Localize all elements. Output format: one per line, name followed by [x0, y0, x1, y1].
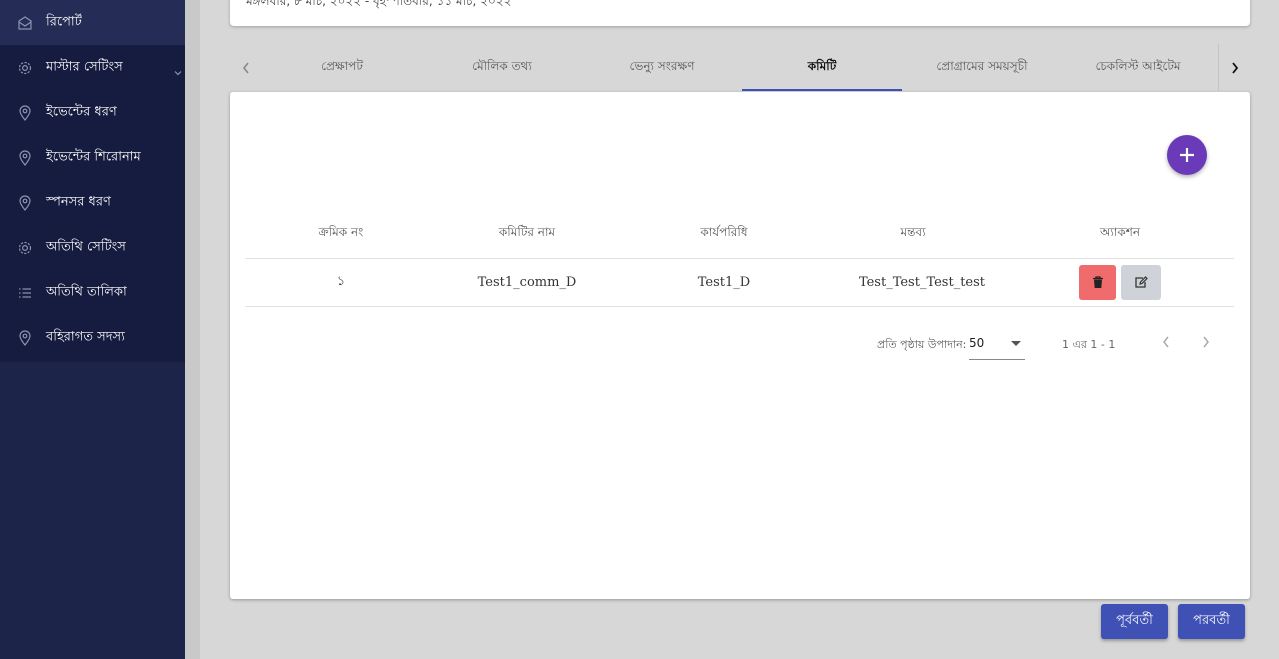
plus-icon [1180, 148, 1194, 162]
event-info-card: মঙ্গলবার, ৮ মার্চ, ২০২২ - বৃহস্পতিবার, ১… [230, 0, 1250, 26]
page-range-label: 1 এর 1 - 1 [1062, 338, 1116, 351]
sidebar-item-label: ইভেন্টের ধরণ [46, 104, 117, 119]
table-header: ক্রমিক নং কমিটির নাম কার্যপরিধি মন্তব্য … [245, 209, 1234, 259]
location-pin-icon [17, 329, 33, 346]
sidebar: রিপোর্ট মাস্টার সেটিংস ইভেন্টের ধরণ ইভেন… [0, 0, 185, 659]
column-header-committee-name: কমিটির নাম [498, 225, 556, 239]
column-header-comment: মন্তব্য [900, 225, 926, 239]
committee-panel: ক্রমিক নং কমিটির নাম কার্যপরিধি মন্তব্য … [230, 92, 1250, 599]
sidebar-item-guest-settings[interactable]: অতিথি সেটিংস [0, 225, 185, 270]
trash-icon [1092, 276, 1103, 288]
gear-icon [17, 60, 33, 76]
sidebar-item-label: ইভেন্টের শিরোনাম [46, 149, 141, 164]
list-icon [17, 285, 33, 301]
chevron-left-icon [242, 62, 249, 73]
pagination: প্রতি পৃষ্ঠায় উপাদান: 50 1 এর 1 - 1 [230, 322, 1250, 362]
report-icon [17, 15, 33, 31]
items-per-page-select[interactable]: 50 [969, 328, 1025, 360]
event-date-range: মঙ্গলবার, ৮ মার্চ, ২০২২ - বৃহস্পতিবার, ১… [246, 0, 512, 8]
tab-committee[interactable]: কমিটি [742, 44, 902, 91]
add-committee-button[interactable] [1167, 135, 1207, 175]
previous-button[interactable]: পূর্ববর্তী [1101, 604, 1168, 639]
items-per-page-label: প্রতি পৃষ্ঠায় উপাদান: [877, 338, 967, 351]
gear-icon [17, 240, 33, 256]
column-header-action: অ্যাকশন [1099, 225, 1140, 239]
edit-icon [1135, 276, 1148, 288]
tab-basic-info[interactable]: মৌলিক তথ্য [422, 44, 582, 91]
chevron-right-icon [1203, 336, 1209, 348]
tab-checklist-items[interactable]: চেকলিস্ট আইটেম [1058, 44, 1218, 91]
chevron-left-icon [1163, 336, 1169, 348]
tab-background[interactable]: প্রেক্ষাপট [262, 44, 422, 91]
tab-bar: প্রেক্ষাপট মৌলিক তথ্য ভেন্যু সংরক্ষণ কমি… [230, 44, 1250, 91]
chevron-right-icon [1231, 61, 1238, 74]
sidebar-item-label: রিপোর্ট [46, 14, 82, 29]
cell-committee-name: Test1_comm_D [477, 275, 577, 290]
sidebar-item-guest-list[interactable]: অতিথি তালিকা [0, 270, 185, 315]
caret-down-icon [1011, 341, 1021, 346]
sidebar-item-event-type[interactable]: ইভেন্টের ধরণ [0, 90, 185, 135]
chevron-down-icon [173, 63, 183, 75]
sidebar-item-sponsor-type[interactable]: স্পনসর ধরণ [0, 180, 185, 225]
next-button[interactable]: পরবর্তী [1178, 604, 1245, 639]
column-header-scope: কার্যপরিধি [700, 225, 748, 239]
sidebar-item-external-member[interactable]: বহিরাগত সদস্য [0, 315, 185, 360]
sidebar-item-label: স্পনসর ধরণ [46, 194, 111, 209]
location-pin-icon [17, 149, 33, 166]
sidebar-item-event-title[interactable]: ইভেন্টের শিরোনাম [0, 135, 185, 180]
location-pin-icon [17, 194, 33, 211]
tab-scroll-left-button[interactable] [230, 44, 262, 91]
column-header-serial: ক্রমিক নং [318, 225, 364, 239]
sidebar-menu: রিপোর্ট মাস্টার সেটিংস ইভেন্টের ধরণ ইভেন… [0, 0, 185, 362]
cell-scope: Test1_D [697, 275, 751, 290]
tab-program-schedule[interactable]: প্রোগ্রামের সময়সূচী [902, 44, 1062, 91]
sidebar-gutter [185, 0, 200, 659]
sidebar-item-report[interactable]: রিপোর্ট [0, 0, 185, 45]
tab-scroll-right-button[interactable] [1218, 44, 1250, 91]
location-pin-icon [17, 104, 33, 121]
sidebar-item-master-settings[interactable]: মাস্টার সেটিংস [0, 45, 185, 90]
sidebar-item-label: অতিথি তালিকা [46, 284, 127, 299]
edit-button[interactable] [1121, 265, 1161, 300]
sidebar-item-label: বহিরাগত সদস্য [46, 329, 125, 344]
sidebar-item-label: অতিথি সেটিংস [46, 239, 126, 254]
cell-serial: ১ [336, 274, 346, 289]
sidebar-item-label: মাস্টার সেটিংস [46, 59, 123, 74]
next-page-button[interactable] [1194, 330, 1218, 354]
delete-button[interactable] [1079, 265, 1116, 300]
tab-venue-reservation[interactable]: ভেন্যু সংরক্ষণ [582, 44, 742, 91]
previous-page-button[interactable] [1154, 330, 1178, 354]
cell-comment: Test_Test_Test_test [858, 275, 986, 290]
table-row: ১ Test1_comm_D Test1_D Test_Test_Test_te… [245, 259, 1234, 307]
items-per-page-value: 50 [969, 336, 985, 350]
